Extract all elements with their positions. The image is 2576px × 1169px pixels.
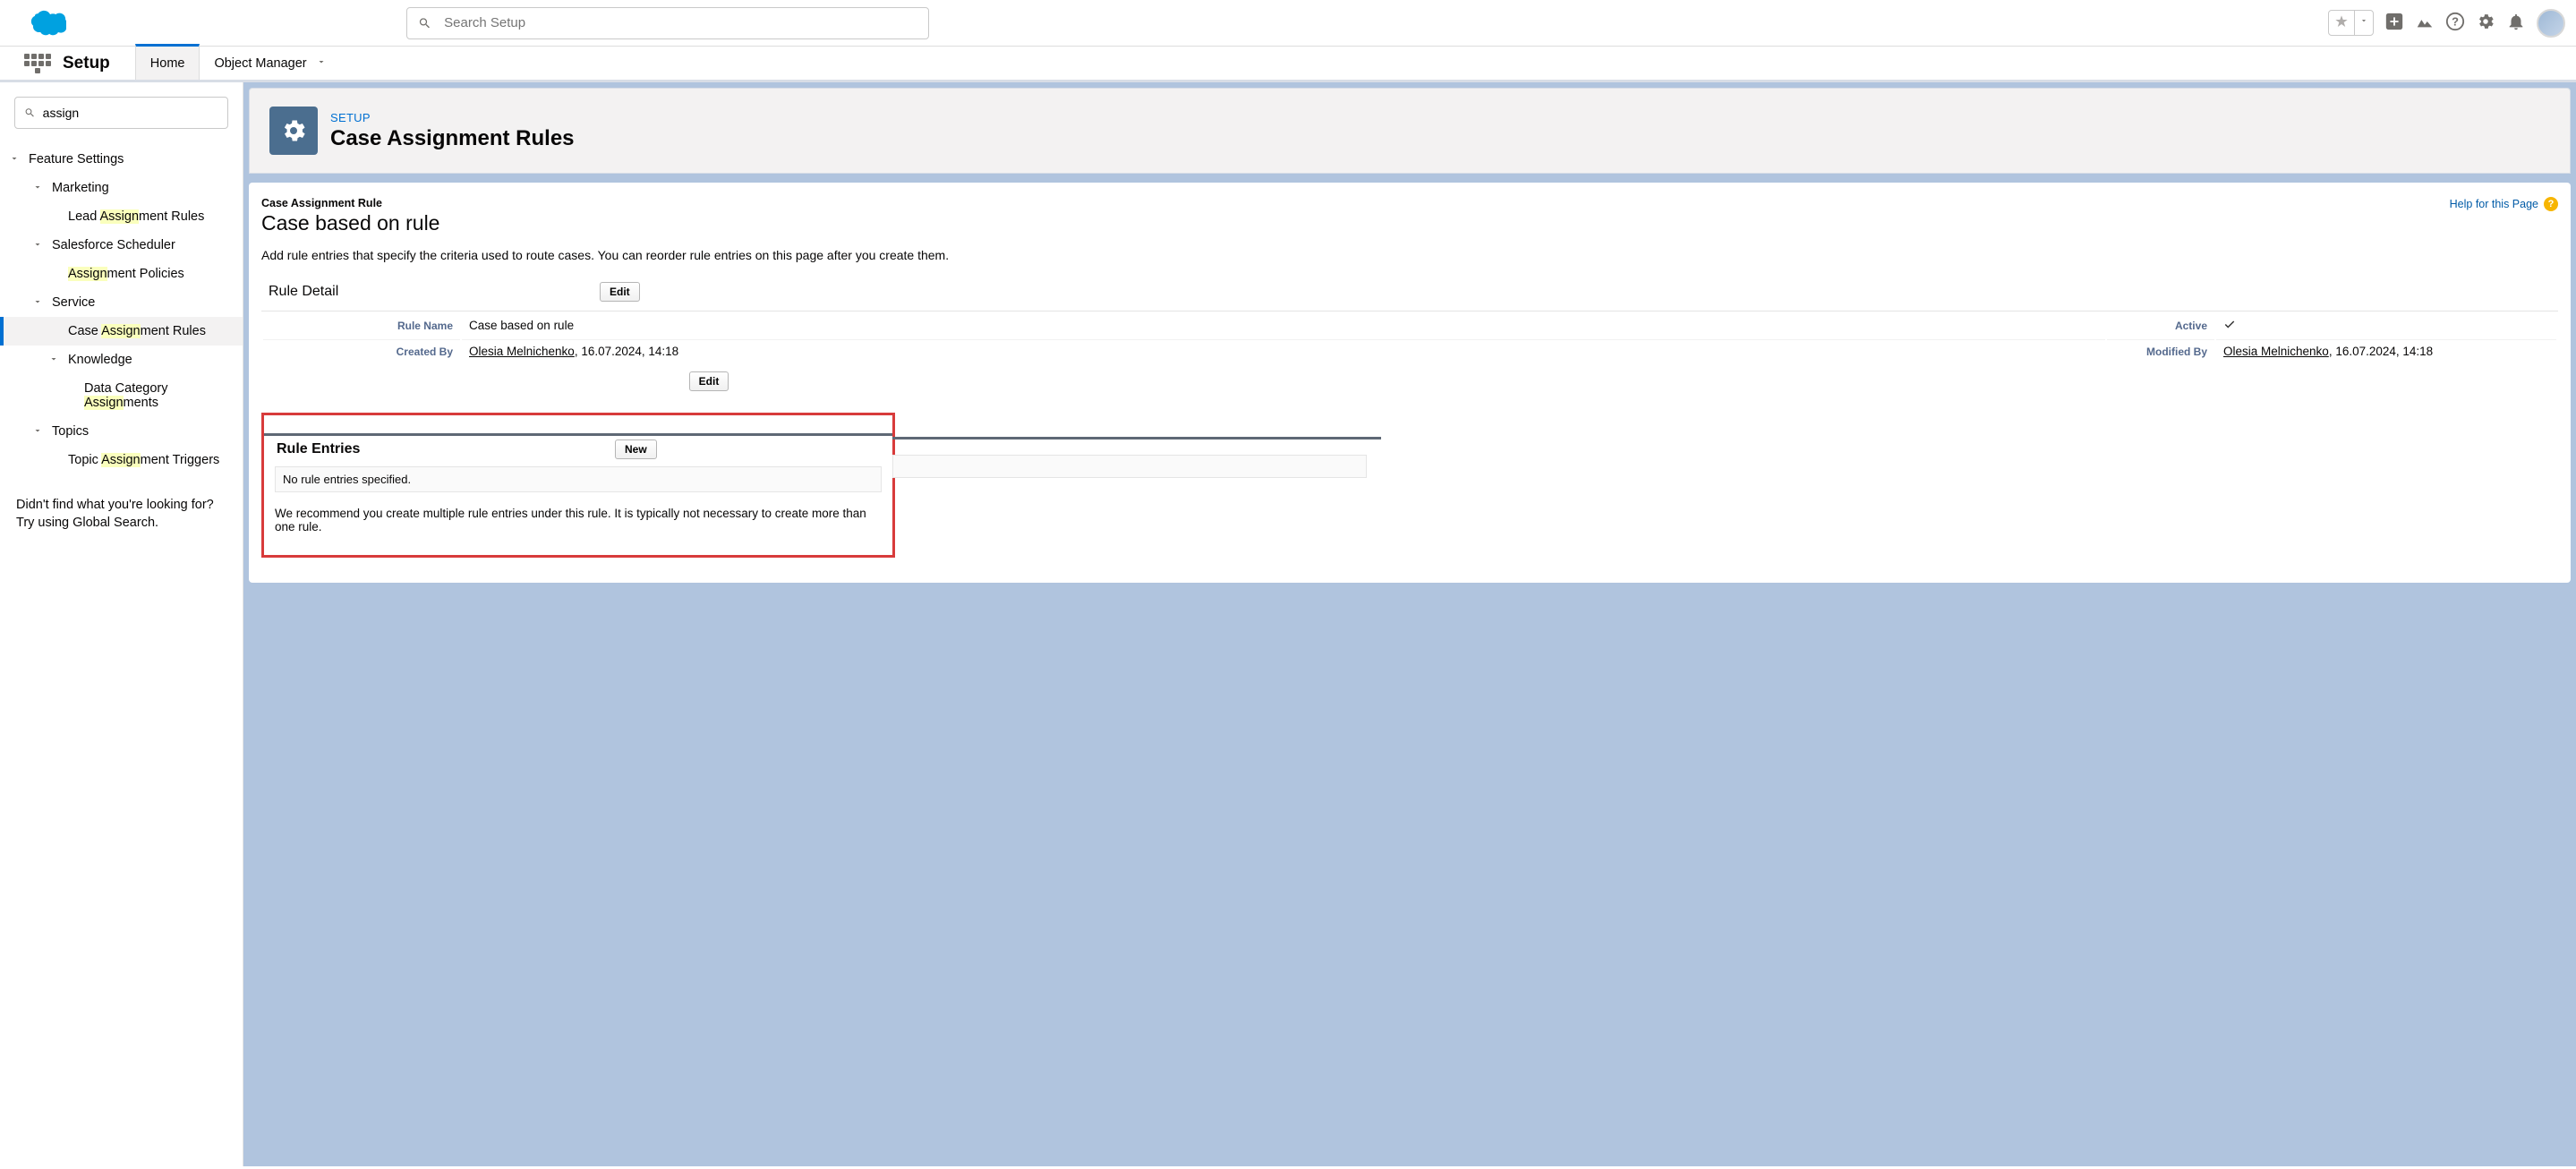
edit-button-bottom[interactable]: Edit <box>689 371 729 391</box>
setup-tree: Feature Settings Marketing Lead Assignme… <box>0 145 243 474</box>
object-name: Case based on rule <box>261 211 439 235</box>
active-label: Active <box>2107 313 2214 337</box>
help-link[interactable]: Help for this Page ? <box>2450 197 2558 211</box>
rule-name-label: Rule Name <box>263 313 460 337</box>
svg-text:?: ? <box>2452 15 2459 29</box>
modified-by-value: Olesia Melnichenko, 16.07.2024, 14:18 <box>2216 339 2556 363</box>
no-entries-message: No rule entries specified. <box>275 466 882 492</box>
chevron-down-icon <box>48 354 61 366</box>
tree-label: Lead Assignment Rules <box>68 209 204 224</box>
star-icon[interactable] <box>2329 11 2355 35</box>
chevron-down-icon[interactable] <box>2355 11 2373 35</box>
rule-entries-header: Rule Entries New <box>264 433 892 459</box>
new-button[interactable]: New <box>615 439 657 459</box>
tree-leaf-assignment-policies[interactable]: Assignment Policies <box>0 260 243 288</box>
tree-leaf-lead-assignment[interactable]: Lead Assignment Rules <box>0 202 243 231</box>
tree-label: Case Assignment Rules <box>68 324 206 338</box>
chevron-down-icon <box>9 153 21 166</box>
main-content: SETUP Case Assignment Rules Case Assignm… <box>243 82 2576 1166</box>
tree-node-knowledge[interactable]: Knowledge <box>0 346 243 374</box>
created-by-user-link[interactable]: Olesia Melnichenko <box>469 345 575 358</box>
edit-button[interactable]: Edit <box>600 282 640 302</box>
created-by-label: Created By <box>263 339 460 363</box>
header-actions: ? <box>2328 9 2565 38</box>
quick-find[interactable] <box>14 97 228 129</box>
divider-overflow <box>892 437 1381 439</box>
tree-label: Salesforce Scheduler <box>52 238 175 252</box>
global-search-input[interactable] <box>444 15 917 30</box>
page-description: Add rule entries that specify the criter… <box>261 248 2558 262</box>
tree-leaf-topic-triggers[interactable]: Topic Assignment Triggers <box>0 446 243 474</box>
tree-label: Data Category Assignments <box>84 381 168 410</box>
checkmark-icon <box>2223 320 2236 333</box>
tab-label: Object Manager <box>214 56 306 71</box>
search-icon <box>418 16 431 30</box>
footer-text-1: Didn't find what you're looking for? <box>16 496 226 514</box>
page-title: Case Assignment Rules <box>330 126 575 151</box>
tree-label: Assignment Policies <box>68 267 184 281</box>
search-icon <box>24 107 36 119</box>
chevron-down-icon <box>32 425 45 438</box>
global-header: ? <box>0 0 2576 47</box>
rule-detail-table: Rule Name Case based on rule Active Crea… <box>261 311 2558 364</box>
tab-home[interactable]: Home <box>135 44 200 80</box>
tab-label: Home <box>150 56 185 71</box>
rule-entries-highlighted: Rule Entries New No rule entries specifi… <box>261 413 895 558</box>
tree-node-service[interactable]: Service <box>0 288 243 317</box>
tree-label: Feature Settings <box>29 152 124 166</box>
tree-leaf-data-category[interactable]: Data Category Assignments <box>0 374 243 417</box>
trailhead-icon[interactable] <box>2415 12 2435 34</box>
user-avatar[interactable] <box>2537 9 2565 38</box>
chevron-down-icon <box>32 239 45 252</box>
modified-by-label: Modified By <box>2107 339 2214 363</box>
tree-node-marketing[interactable]: Marketing <box>0 174 243 202</box>
rule-name-value: Case based on rule <box>462 313 2105 337</box>
help-icon: ? <box>2544 197 2558 211</box>
tree-leaf-case-assignment[interactable]: Case Assignment Rules <box>0 317 243 346</box>
created-by-value: Olesia Melnichenko, 16.07.2024, 14:18 <box>462 339 2105 363</box>
global-search[interactable] <box>406 7 929 39</box>
favorites-combo[interactable] <box>2328 10 2374 36</box>
tree-label: Topics <box>52 424 89 439</box>
rule-detail-section-header: Rule Detail Edit <box>261 278 2558 305</box>
notifications-icon[interactable] <box>2506 12 2526 34</box>
global-search-container <box>406 7 929 39</box>
recommendation-text: We recommend you create multiple rule en… <box>275 507 882 533</box>
chevron-down-icon <box>32 182 45 194</box>
tree-label: Knowledge <box>68 353 132 367</box>
rule-detail-title: Rule Detail <box>269 284 600 300</box>
page-header: SETUP Case Assignment Rules <box>249 88 2571 174</box>
sidebar-footer: Didn't find what you're looking for? Try… <box>0 474 243 533</box>
tab-object-manager[interactable]: Object Manager <box>200 46 340 81</box>
tree-node-feature-settings[interactable]: Feature Settings <box>0 145 243 174</box>
salesforce-logo[interactable] <box>18 7 66 39</box>
help-link-text: Help for this Page <box>2450 198 2538 210</box>
chevron-down-icon[interactable] <box>307 56 327 71</box>
setup-sidebar: Feature Settings Marketing Lead Assignme… <box>0 82 243 1166</box>
app-launcher-icon[interactable] <box>23 49 52 78</box>
tree-node-topics[interactable]: Topics <box>0 417 243 446</box>
chevron-down-icon <box>32 296 45 309</box>
app-name: Setup <box>63 54 110 73</box>
tree-label: Service <box>52 295 95 310</box>
modified-by-user-link[interactable]: Olesia Melnichenko <box>2223 345 2329 358</box>
object-type-label: Case Assignment Rule <box>261 197 439 209</box>
empty-row-overflow <box>892 455 1367 478</box>
quick-find-input[interactable] <box>43 106 218 120</box>
gear-icon <box>269 107 318 155</box>
add-icon[interactable] <box>2384 12 2404 34</box>
tree-label: Marketing <box>52 181 109 195</box>
footer-text-2: Try using Global Search. <box>16 514 226 532</box>
help-icon[interactable]: ? <box>2445 12 2465 34</box>
breadcrumb: SETUP <box>330 111 575 124</box>
rule-entries-title: Rule Entries <box>277 441 615 457</box>
content-card: Case Assignment Rule Case based on rule … <box>249 183 2571 583</box>
tree-node-scheduler[interactable]: Salesforce Scheduler <box>0 231 243 260</box>
tree-label: Topic Assignment Triggers <box>68 453 219 467</box>
context-bar: Setup Home Object Manager <box>0 47 2576 82</box>
setup-gear-icon[interactable] <box>2476 12 2495 34</box>
